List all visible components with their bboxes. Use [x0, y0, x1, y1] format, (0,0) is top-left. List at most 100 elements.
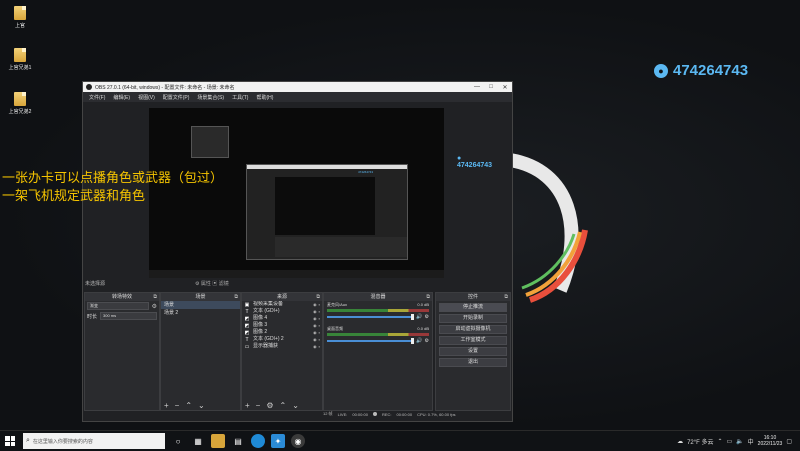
close-button[interactable]: ✕: [498, 84, 512, 91]
eye-icon[interactable]: ◉: [313, 301, 317, 308]
source-item[interactable]: ◩ 图像 3 ◉ ▪: [242, 322, 322, 329]
desktop-file-icon[interactable]: 上官兄弟2: [0, 92, 40, 115]
move-down-icon[interactable]: ⌄: [198, 401, 205, 410]
clock[interactable]: 16:10 2022/11/23: [758, 435, 783, 447]
add-icon[interactable]: +: [245, 401, 250, 410]
lock-icon[interactable]: ▪: [319, 343, 320, 350]
chevron-up-icon[interactable]: ⌃: [717, 438, 722, 445]
move-up-icon[interactable]: ⌃: [280, 401, 287, 410]
mixer-channel: 桌面音频 0.0 dB 🔊 ⚙: [324, 325, 432, 345]
minimize-button[interactable]: —: [470, 84, 484, 90]
menu-tools[interactable]: 工具(T): [228, 94, 252, 101]
no-source-selected: 未选择源: [85, 281, 106, 287]
gear-icon[interactable]: ⚙: [195, 281, 199, 287]
speaker-icon[interactable]: 🔊: [416, 338, 422, 344]
maximize-button[interactable]: □: [484, 84, 498, 90]
remove-icon[interactable]: −: [256, 401, 261, 410]
source-item[interactable]: ▣ 视频采集设备 ◉ ▪: [242, 301, 322, 308]
scene-item[interactable]: 场景: [161, 301, 240, 309]
filter-icon[interactable]: ▣: [212, 281, 217, 287]
ime-icon[interactable]: 中: [748, 437, 754, 446]
dock-header: 混音器 ⧉: [324, 293, 432, 301]
properties-button[interactable]: 属性: [201, 281, 211, 287]
windows-start-icon[interactable]: [5, 436, 15, 446]
volume-slider[interactable]: [327, 314, 415, 320]
eye-icon[interactable]: ◉: [313, 329, 317, 336]
eye-icon[interactable]: ◉: [313, 343, 317, 350]
source-item[interactable]: ◩ 图像 2 ◉ ▪: [242, 329, 322, 336]
menu-profile[interactable]: 配置文件(P): [159, 94, 194, 101]
undock-icon[interactable]: ⧉: [426, 293, 430, 301]
settings-button[interactable]: 设置: [439, 347, 507, 356]
controls-header: 控件: [467, 294, 478, 300]
qq-number: 474264743: [673, 62, 749, 79]
edge-icon[interactable]: [251, 434, 265, 448]
task-view-icon[interactable]: ○: [171, 434, 185, 448]
weather-text[interactable]: 72°F 多云: [687, 437, 713, 446]
lock-icon[interactable]: ▪: [319, 308, 320, 315]
apps-grid-icon[interactable]: ▦: [191, 434, 205, 448]
file-explorer-icon[interactable]: [211, 434, 225, 448]
nested-docks: [275, 237, 407, 257]
menu-view[interactable]: 视图(V): [134, 94, 159, 101]
preview-canvas[interactable]: 474264743 ● 474264743: [149, 108, 492, 278]
transition-type-select[interactable]: 渐变: [87, 302, 149, 310]
eye-icon[interactable]: ◉: [313, 322, 317, 329]
scene-item[interactable]: 场景 2: [161, 309, 240, 317]
add-icon[interactable]: +: [164, 401, 169, 410]
menu-help[interactable]: 帮助(H): [252, 94, 277, 101]
volume-handle[interactable]: [411, 314, 415, 320]
filters-button[interactable]: 滤镜: [219, 281, 229, 287]
desktop-file-icon[interactable]: 上官: [0, 6, 40, 29]
obs-app-icon[interactable]: ◉: [291, 434, 305, 448]
menu-file[interactable]: 文件(F): [85, 94, 109, 101]
lock-icon[interactable]: ▪: [319, 322, 320, 329]
undock-icon[interactable]: ⧉: [153, 293, 157, 301]
remove-icon[interactable]: −: [175, 401, 180, 410]
gear-icon[interactable]: ⚙: [425, 338, 429, 344]
live-time: 00:00:00: [352, 411, 368, 417]
lock-icon[interactable]: ▪: [319, 329, 320, 336]
source-item[interactable]: T 文本 (GDI+) ◉ ▪: [242, 308, 322, 315]
undock-icon[interactable]: ⧉: [234, 293, 238, 301]
network-icon[interactable]: ▭: [727, 438, 733, 445]
eye-icon[interactable]: ◉: [313, 308, 317, 315]
obs-logo-icon: [86, 84, 92, 90]
gear-icon[interactable]: ⚙: [152, 303, 157, 310]
menu-edit[interactable]: 编辑(E): [109, 94, 134, 101]
source-item[interactable]: T 文本 (GDI+) 2 ◉ ▪: [242, 336, 322, 343]
studio-mode-button[interactable]: 工作室模式: [439, 336, 507, 345]
taskbar-search[interactable]: ⌕ 在这里输入你要搜索的内容: [23, 433, 165, 449]
weather-icon[interactable]: ☁: [677, 438, 683, 445]
volume-handle[interactable]: [411, 338, 415, 344]
volume-slider[interactable]: [327, 338, 415, 344]
desktop-file-icon[interactable]: 上官兄弟1: [0, 48, 40, 71]
gear-icon[interactable]: ⚙: [266, 401, 273, 410]
undock-icon[interactable]: ⧉: [316, 293, 320, 301]
exit-button[interactable]: 退出: [439, 358, 507, 367]
store-icon[interactable]: ▤: [231, 434, 245, 448]
lock-icon[interactable]: ▪: [319, 301, 320, 308]
stop-streaming-button[interactable]: 停止推流: [439, 303, 507, 312]
eye-icon[interactable]: ◉: [313, 315, 317, 322]
gear-icon[interactable]: ⚙: [425, 314, 429, 320]
eye-icon[interactable]: ◉: [313, 336, 317, 343]
lock-icon[interactable]: ▪: [319, 336, 320, 343]
scene-prop-buttons: ⚙ 属性 ▣ 滤镜: [195, 280, 229, 287]
speaker-icon[interactable]: 🔈: [736, 438, 743, 445]
notification-icon[interactable]: ▢: [786, 438, 792, 445]
source-item[interactable]: ▭ 显示器捕获 ◉ ▪: [242, 343, 322, 350]
start-virtual-camera-button[interactable]: 启动虚拟摄像机: [439, 325, 507, 334]
duration-input[interactable]: 300 ms: [100, 312, 157, 320]
speaker-icon[interactable]: 🔊: [416, 314, 422, 320]
start-recording-button[interactable]: 开始录制: [439, 314, 507, 323]
qq-app-icon[interactable]: ✦: [271, 434, 285, 448]
image-icon: ◩: [244, 329, 250, 336]
move-down-icon[interactable]: ⌄: [292, 401, 299, 410]
desktop-icon-label: 上官兄弟1: [8, 65, 32, 71]
source-item[interactable]: ◩ 图像 4 ◉ ▪: [242, 315, 322, 322]
lock-icon[interactable]: ▪: [319, 315, 320, 322]
menu-scene-collection[interactable]: 场景集合(S): [193, 94, 228, 101]
move-up-icon[interactable]: ⌃: [185, 401, 192, 410]
undock-icon[interactable]: ⧉: [504, 293, 508, 301]
